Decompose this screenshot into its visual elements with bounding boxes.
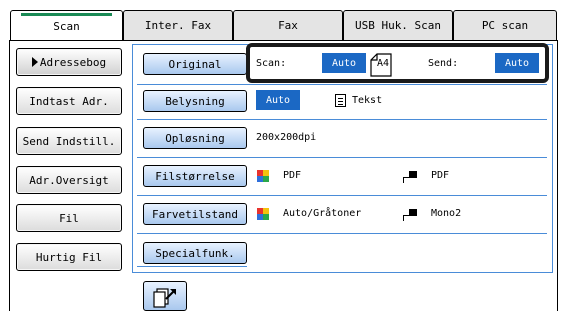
- row-divider: [137, 195, 547, 196]
- file-color-value: PDF: [283, 170, 302, 181]
- send-label: Send:: [428, 58, 459, 69]
- sidebar-item-send-indstill[interactable]: Send Indstill.: [16, 127, 122, 155]
- row-divider: [137, 84, 547, 85]
- mono-icon: [403, 171, 417, 183]
- sidebar-item-adr-oversigt[interactable]: Adr.Oversigt: [16, 166, 122, 194]
- row-divider: [137, 233, 547, 234]
- resolution-value: 200x200dpi: [256, 132, 317, 143]
- tab-pc-scan[interactable]: PC scan: [453, 10, 557, 40]
- scan-to-arrow-icon: [153, 288, 176, 308]
- sidebar-item-label: Adr.Oversigt: [29, 173, 109, 187]
- scan-label: Scan:: [256, 58, 287, 69]
- color-mode-button[interactable]: Farvetilstand: [143, 203, 247, 225]
- sidebar-item-hurtig-fil[interactable]: Hurtig Fil: [16, 243, 122, 271]
- tab-usb-huk-scan[interactable]: USB Huk. Scan: [343, 10, 453, 40]
- row-divider: [137, 119, 547, 120]
- sidebar-item-label: Adressebog: [39, 55, 107, 69]
- sidebar-item-indtast-adr[interactable]: Indtast Adr.: [16, 87, 122, 115]
- exposure-auto-value: Auto: [256, 90, 300, 110]
- resolution-button[interactable]: Opløsning: [143, 127, 247, 149]
- original-button[interactable]: Original: [143, 53, 247, 75]
- sidebar-item-label: Send Indstill.: [22, 134, 116, 148]
- send-auto-value: Auto: [495, 53, 539, 73]
- sidebar-item-label: Hurtig Fil: [35, 250, 103, 264]
- color-mode-color-value: Auto/Gråtoner: [283, 208, 362, 219]
- sidebar-item-adressebog[interactable]: Adressebog: [16, 48, 122, 76]
- sidebar-item-fil[interactable]: Fil: [16, 204, 122, 232]
- tab-fax[interactable]: Fax: [233, 10, 343, 40]
- scan-to-arrow-button[interactable]: [143, 281, 187, 311]
- color-icon: [257, 208, 269, 220]
- document-icon: [335, 94, 346, 107]
- color-mode-mono-value: Mono2: [431, 208, 462, 219]
- scan-auto-value: Auto: [322, 53, 366, 73]
- file-mono-value: PDF: [431, 170, 450, 181]
- special-functions-button[interactable]: Specialfunk.: [143, 242, 247, 264]
- exposure-button[interactable]: Belysning: [143, 90, 247, 112]
- color-icon: [257, 170, 269, 182]
- mono-icon: [403, 209, 417, 221]
- exposure-mode-value: Tekst: [352, 95, 383, 106]
- file-size-button[interactable]: Filstørrelse: [143, 165, 247, 187]
- tab-inter-fax[interactable]: Inter. Fax: [123, 10, 233, 40]
- triangle-right-icon: [31, 57, 38, 67]
- paper-size-label: A4: [377, 58, 390, 69]
- sidebar-item-label: Fil: [59, 211, 79, 225]
- tab-scan[interactable]: Scan: [10, 10, 123, 41]
- sidebar-item-label: Indtast Adr.: [29, 94, 109, 108]
- row-divider: [137, 266, 247, 267]
- row-divider: [137, 157, 547, 158]
